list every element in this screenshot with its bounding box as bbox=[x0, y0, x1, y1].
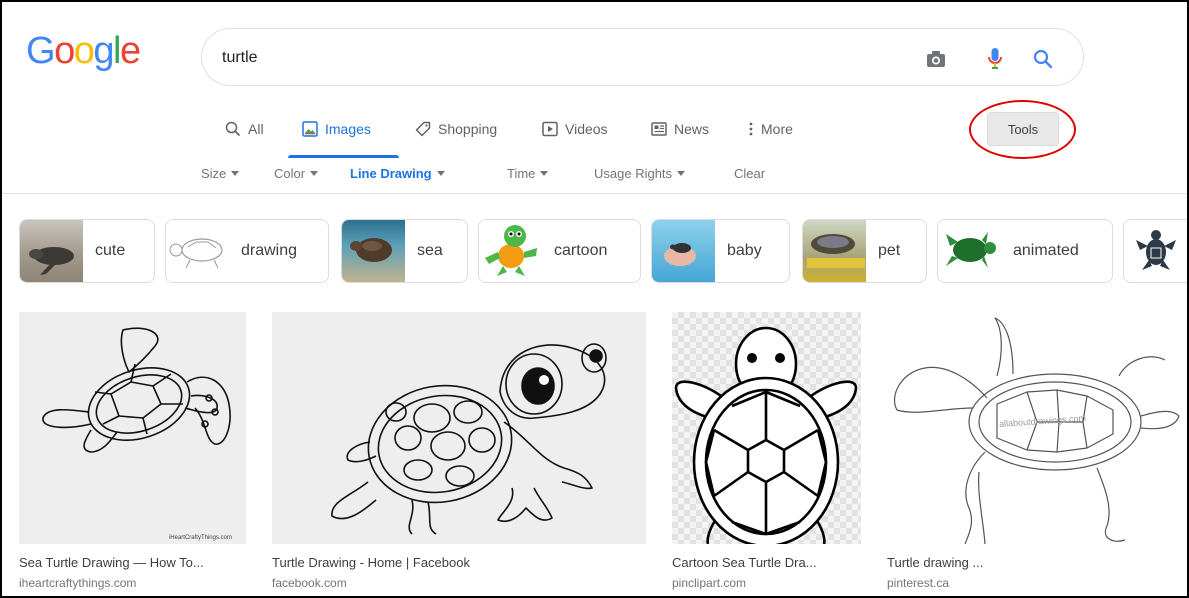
tab-label: Shopping bbox=[438, 121, 498, 137]
result-card[interactable]: allaboutdrawings.com Turtle drawing ... … bbox=[887, 312, 1183, 590]
chip-drawing[interactable]: drawing bbox=[165, 219, 329, 283]
chip-thumbnail bbox=[166, 220, 229, 282]
tab-label: News bbox=[674, 121, 710, 137]
result-title[interactable]: Cartoon Sea Turtle Dra... bbox=[672, 555, 861, 570]
chip-thumbnail bbox=[803, 220, 866, 282]
chip-label: cartoon bbox=[554, 242, 608, 259]
chip-label: animated bbox=[1013, 242, 1079, 259]
chip-baby[interactable]: baby bbox=[651, 219, 790, 283]
chip-thumbnail bbox=[938, 220, 1001, 282]
filter-label: Time bbox=[507, 166, 536, 181]
tab-label: Videos bbox=[565, 121, 608, 137]
chip-label: pet bbox=[878, 242, 901, 259]
chip-cartoon[interactable]: cartoon bbox=[478, 219, 641, 283]
filter-size[interactable]: Size bbox=[201, 166, 240, 181]
filter-label: Size bbox=[201, 166, 227, 181]
chip-pet[interactable]: pet bbox=[802, 219, 927, 283]
google-logo[interactable]: Google bbox=[26, 30, 141, 73]
result-site[interactable]: facebook.com bbox=[272, 576, 646, 590]
search-box bbox=[201, 28, 1084, 86]
chip-cute[interactable]: cute bbox=[19, 219, 155, 283]
chip-label: baby bbox=[727, 242, 762, 259]
result-image[interactable] bbox=[672, 312, 861, 544]
result-card[interactable]: Cartoon Sea Turtle Dra... pinclipart.com bbox=[672, 312, 861, 590]
result-card[interactable]: iHeartCraftyThings.com Sea Turtle Drawin… bbox=[19, 312, 246, 590]
tab-label: Images bbox=[325, 121, 371, 137]
caret-down-icon bbox=[436, 171, 445, 176]
chip-thumbnail bbox=[652, 220, 715, 282]
tab-shopping[interactable]: Shopping bbox=[415, 119, 497, 139]
tab-label: More bbox=[761, 121, 793, 137]
result-site[interactable]: pinclipart.com bbox=[672, 576, 861, 590]
more-vert-icon bbox=[749, 122, 753, 136]
logo-letter: o bbox=[73, 30, 95, 72]
logo-letter: g bbox=[93, 30, 114, 72]
chip-animated[interactable]: animated bbox=[937, 219, 1113, 283]
logo-letter: G bbox=[26, 30, 56, 72]
header-divider bbox=[2, 193, 1187, 194]
caret-down-icon bbox=[310, 171, 319, 176]
play-icon bbox=[542, 121, 558, 137]
result-title[interactable]: Turtle Drawing - Home | Facebook bbox=[272, 555, 646, 570]
filter-time[interactable]: Time bbox=[507, 166, 549, 181]
filter-clear[interactable]: Clear bbox=[734, 166, 765, 181]
caret-down-icon bbox=[677, 171, 686, 176]
filter-label: Line Drawing bbox=[350, 166, 432, 181]
search-icon bbox=[225, 121, 241, 137]
filter-label: Clear bbox=[734, 166, 766, 181]
logo-letter: e bbox=[119, 30, 141, 72]
active-tab-indicator bbox=[288, 155, 399, 158]
filter-label: Color bbox=[274, 166, 306, 181]
result-title[interactable]: Sea Turtle Drawing — How To... bbox=[19, 555, 246, 570]
filter-label: Usage Rights bbox=[594, 166, 673, 181]
camera-icon[interactable] bbox=[924, 47, 948, 71]
filter-usage-rights[interactable]: Usage Rights bbox=[594, 166, 686, 181]
logo-letter: l bbox=[112, 30, 121, 72]
chip-label: drawing bbox=[241, 242, 298, 259]
chip-thumbnail bbox=[20, 220, 83, 282]
chip-partial[interactable] bbox=[1123, 219, 1187, 283]
search-input[interactable] bbox=[222, 45, 902, 71]
chip-thumbnail bbox=[1124, 220, 1187, 282]
chip-thumbnail bbox=[342, 220, 405, 282]
filter-color[interactable]: Color bbox=[274, 166, 319, 181]
chip-label: sea bbox=[417, 242, 443, 259]
news-icon bbox=[651, 122, 667, 136]
tab-images[interactable]: Images bbox=[302, 119, 371, 139]
tab-all[interactable]: All bbox=[225, 119, 264, 139]
tab-label: All bbox=[248, 121, 264, 137]
caret-down-icon bbox=[231, 171, 240, 176]
tab-more[interactable]: More bbox=[748, 119, 793, 139]
chip-sea[interactable]: sea bbox=[341, 219, 468, 283]
result-site[interactable]: pinterest.ca bbox=[887, 576, 1183, 590]
tab-videos[interactable]: Videos bbox=[542, 119, 608, 139]
microphone-icon[interactable] bbox=[983, 47, 1007, 71]
result-card[interactable]: Turtle Drawing - Home | Facebook faceboo… bbox=[272, 312, 646, 590]
caret-down-icon bbox=[540, 171, 549, 176]
result-image[interactable]: allaboutdrawings.com bbox=[887, 312, 1183, 544]
filter-line-drawing[interactable]: Line Drawing bbox=[350, 166, 445, 181]
image-watermark: iHeartCraftyThings.com bbox=[168, 535, 232, 541]
chip-label: cute bbox=[95, 242, 126, 259]
logo-letter: o bbox=[54, 30, 75, 72]
result-image[interactable] bbox=[272, 312, 646, 544]
tab-news[interactable]: News bbox=[651, 119, 709, 139]
result-title[interactable]: Turtle drawing ... bbox=[887, 555, 1183, 570]
result-image[interactable]: iHeartCraftyThings.com bbox=[19, 312, 246, 544]
chip-thumbnail bbox=[479, 220, 542, 282]
search-icon[interactable] bbox=[1031, 47, 1055, 71]
image-icon bbox=[302, 121, 318, 137]
result-site[interactable]: iheartcraftythings.com bbox=[19, 576, 246, 590]
tools-button[interactable]: Tools bbox=[987, 112, 1059, 146]
tag-icon bbox=[415, 121, 431, 137]
